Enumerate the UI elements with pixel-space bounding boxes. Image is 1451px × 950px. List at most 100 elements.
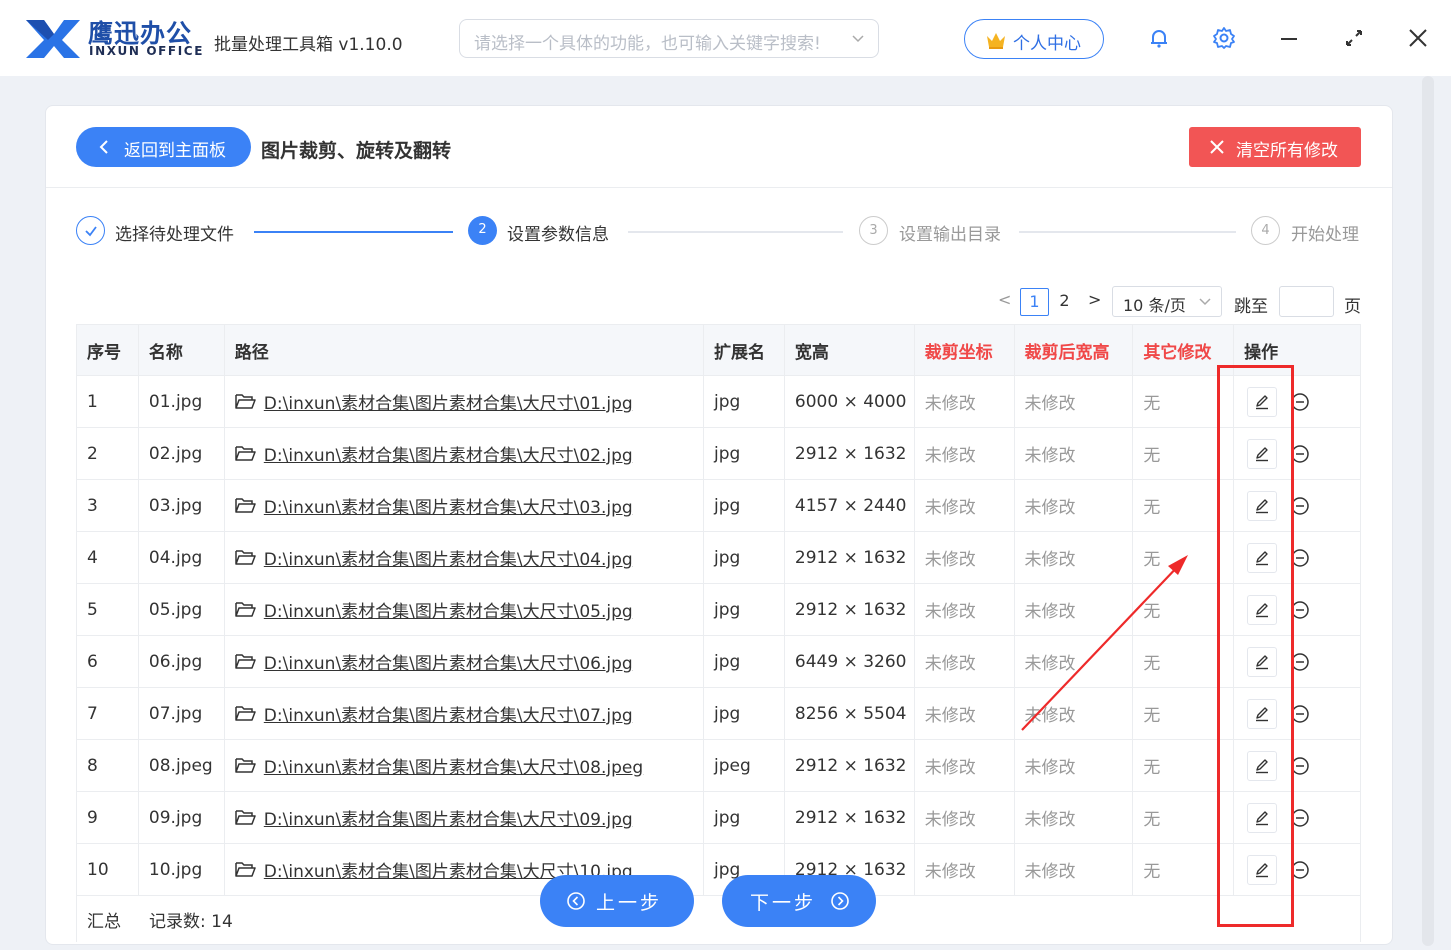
- row-name: 03.jpg: [139, 480, 225, 531]
- page-size-label: 10 条/页: [1123, 296, 1186, 315]
- step-3-label: 设置输出目录: [899, 225, 1001, 245]
- row-extension: jpg: [704, 636, 785, 687]
- table-row[interactable]: 4 04.jpg D:\inxun\素材合集\图片素材合集\大尺寸\04.jpg…: [77, 532, 1360, 584]
- row-path: D:\inxun\素材合集\图片素材合集\大尺寸\01.jpg: [225, 376, 705, 427]
- table-row[interactable]: 10 10.jpg D:\inxun\素材合集\图片素材合集\大尺寸\10.jp…: [77, 844, 1360, 896]
- header-path: 路径: [225, 325, 704, 375]
- folder-open-icon[interactable]: [235, 549, 256, 566]
- step-4-label: 开始处理: [1291, 225, 1359, 245]
- bell-icon[interactable]: [1147, 26, 1171, 50]
- scrollbar[interactable]: [1422, 76, 1434, 946]
- app-title: 批量处理工具箱 v1.10.0: [214, 35, 403, 55]
- table-row[interactable]: 8 08.jpeg D:\inxun\素材合集\图片素材合集\大尺寸\08.jp…: [77, 740, 1360, 792]
- step-1-check-icon: [76, 216, 105, 245]
- row-dimensions: 4157 × 2440: [785, 480, 915, 531]
- path-link[interactable]: D:\inxun\素材合集\图片素材合集\大尺寸\04.jpg: [264, 545, 633, 570]
- folder-open-icon[interactable]: [235, 757, 256, 774]
- prev-step-button[interactable]: 上一步: [540, 875, 694, 927]
- row-extension: jpg: [704, 480, 785, 531]
- row-name: 07.jpg: [139, 688, 225, 739]
- row-path: D:\inxun\素材合集\图片素材合集\大尺寸\09.jpg: [225, 792, 705, 843]
- next-page-button[interactable]: >: [1088, 290, 1101, 309]
- row-crop-coords: 未修改: [915, 480, 1015, 531]
- folder-open-icon[interactable]: [235, 861, 256, 878]
- row-dimensions: 8256 × 5504: [785, 688, 915, 739]
- row-path: D:\inxun\素材合集\图片素材合集\大尺寸\04.jpg: [225, 532, 705, 583]
- row-name: 06.jpg: [139, 636, 225, 687]
- table-row[interactable]: 7 07.jpg D:\inxun\素材合集\图片素材合集\大尺寸\07.jpg…: [77, 688, 1360, 740]
- folder-open-icon[interactable]: [235, 601, 256, 618]
- row-path: D:\inxun\素材合集\图片素材合集\大尺寸\08.jpeg: [225, 740, 705, 791]
- path-link[interactable]: D:\inxun\素材合集\图片素材合集\大尺寸\05.jpg: [264, 597, 633, 622]
- prev-page-button[interactable]: <: [998, 290, 1011, 309]
- personal-center-button[interactable]: 个人中心: [964, 19, 1104, 59]
- chevron-left-circle-icon: [567, 892, 585, 910]
- back-to-main-button[interactable]: 返回到主面板: [76, 127, 251, 167]
- row-crop-coords: 未修改: [915, 740, 1015, 791]
- table-body: 1 01.jpg D:\inxun\素材合集\图片素材合集\大尺寸\01.jpg…: [77, 376, 1360, 896]
- row-cropped-size: 未修改: [1015, 480, 1134, 531]
- crown-icon: [987, 33, 1005, 49]
- expand-icon[interactable]: [1342, 26, 1366, 50]
- path-link[interactable]: D:\inxun\素材合集\图片素材合集\大尺寸\01.jpg: [264, 389, 633, 414]
- row-extension: jpg: [704, 428, 785, 479]
- path-link[interactable]: D:\inxun\素材合集\图片素材合集\大尺寸\09.jpg: [264, 805, 633, 830]
- app-logo-icon: [26, 20, 80, 58]
- page-2-button[interactable]: 2: [1050, 288, 1079, 316]
- row-index: 10: [77, 844, 139, 895]
- minimize-icon[interactable]: [1277, 26, 1301, 50]
- table-row[interactable]: 9 09.jpg D:\inxun\素材合集\图片素材合集\大尺寸\09.jpg…: [77, 792, 1360, 844]
- table-row[interactable]: 1 01.jpg D:\inxun\素材合集\图片素材合集\大尺寸\01.jpg…: [77, 376, 1360, 428]
- path-link[interactable]: D:\inxun\素材合集\图片素材合集\大尺寸\07.jpg: [264, 701, 633, 726]
- jump-page-input[interactable]: [1279, 286, 1334, 317]
- search-placeholder: 请选择一个具体的功能，也可输入关键字搜索!: [474, 34, 821, 54]
- row-name: 08.jpeg: [139, 740, 225, 791]
- table-row[interactable]: 3 03.jpg D:\inxun\素材合集\图片素材合集\大尺寸\03.jpg…: [77, 480, 1360, 532]
- row-name: 02.jpg: [139, 428, 225, 479]
- row-extension: jpeg: [704, 740, 785, 791]
- row-extension: jpg: [704, 532, 785, 583]
- next-step-button[interactable]: 下一步: [722, 875, 876, 927]
- row-cropped-size: 未修改: [1015, 792, 1134, 843]
- table-row[interactable]: 5 05.jpg D:\inxun\素材合集\图片素材合集\大尺寸\05.jpg…: [77, 584, 1360, 636]
- clear-all-changes-button[interactable]: 清空所有修改: [1189, 127, 1361, 167]
- folder-open-icon[interactable]: [235, 705, 256, 722]
- path-link[interactable]: D:\inxun\素材合集\图片素材合集\大尺寸\06.jpg: [264, 649, 633, 674]
- row-dimensions: 2912 × 1632: [785, 740, 915, 791]
- chevron-down-icon: [852, 35, 864, 43]
- folder-open-icon[interactable]: [235, 653, 256, 670]
- row-path: D:\inxun\素材合集\图片素材合集\大尺寸\05.jpg: [225, 584, 705, 635]
- close-icon[interactable]: [1406, 26, 1430, 50]
- page-size-select[interactable]: 10 条/页: [1112, 286, 1222, 317]
- row-dimensions: 6449 × 3260: [785, 636, 915, 687]
- folder-open-icon[interactable]: [235, 497, 256, 514]
- close-icon: [1210, 140, 1224, 154]
- row-crop-coords: 未修改: [915, 532, 1015, 583]
- header-index: 序号: [77, 325, 139, 375]
- path-link[interactable]: D:\inxun\素材合集\图片素材合集\大尺寸\08.jpeg: [264, 753, 643, 778]
- table-header: 序号 名称 路径 扩展名 宽高 裁剪坐标 裁剪后宽高 其它修改 操作: [77, 324, 1360, 376]
- page-suffix: 页: [1344, 297, 1361, 317]
- header-name: 名称: [139, 325, 225, 375]
- table-row[interactable]: 6 06.jpg D:\inxun\素材合集\图片素材合集\大尺寸\06.jpg…: [77, 636, 1360, 688]
- function-search-input[interactable]: 请选择一个具体的功能，也可输入关键字搜索!: [459, 19, 879, 58]
- step-3-number: 3: [859, 216, 888, 245]
- page-title: 图片裁剪、旋转及翻转: [261, 140, 452, 162]
- gear-icon[interactable]: [1212, 26, 1236, 50]
- step-2-label: 设置参数信息: [507, 225, 609, 245]
- folder-open-icon[interactable]: [235, 809, 256, 826]
- row-extension: jpg: [704, 792, 785, 843]
- annotation-highlight-box: [1217, 365, 1294, 927]
- row-cropped-size: 未修改: [1015, 376, 1134, 427]
- folder-open-icon[interactable]: [235, 393, 256, 410]
- title-bar: 鹰迅办公 INXUN OFFICE 批量处理工具箱 v1.10.0 请选择一个具…: [0, 0, 1451, 76]
- clear-label: 清空所有修改: [1236, 141, 1338, 161]
- row-index: 8: [77, 740, 139, 791]
- path-link[interactable]: D:\inxun\素材合集\图片素材合集\大尺寸\02.jpg: [264, 441, 633, 466]
- row-name: 09.jpg: [139, 792, 225, 843]
- chevron-down-icon: [1199, 298, 1211, 306]
- table-row[interactable]: 2 02.jpg D:\inxun\素材合集\图片素材合集\大尺寸\02.jpg…: [77, 428, 1360, 480]
- folder-open-icon[interactable]: [235, 445, 256, 462]
- path-link[interactable]: D:\inxun\素材合集\图片素材合集\大尺寸\03.jpg: [264, 493, 633, 518]
- page-1-button[interactable]: 1: [1020, 288, 1049, 316]
